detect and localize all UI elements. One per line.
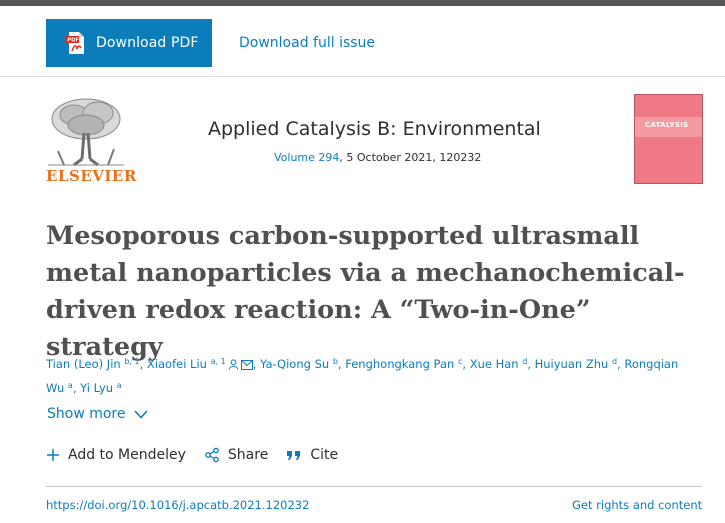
issue-details: , 5 October 2021, 120232 [339, 151, 482, 164]
chevron-down-icon [133, 409, 148, 419]
get-rights-link[interactable]: Get rights and content [572, 498, 702, 512]
cite-button[interactable]: Cite [286, 447, 338, 463]
cite-label: Cite [310, 447, 339, 463]
author-link[interactable]: Fenghongkang Pan c [345, 357, 462, 371]
volume-link[interactable]: Volume 294 [274, 151, 339, 164]
download-pdf-label: Download PDF [96, 35, 199, 51]
author-link[interactable]: Yi Lyu a [80, 381, 121, 395]
quote-icon [286, 448, 302, 462]
journal-issue-info: Volume 294, 5 October 2021, 120232 [274, 151, 481, 164]
person-icon [228, 356, 239, 376]
svg-text:PDF: PDF [67, 38, 79, 44]
show-more-button[interactable]: Show more [47, 406, 148, 422]
footer-divider [46, 486, 702, 487]
author-link[interactable]: Ya-Qiong Su b [260, 357, 338, 371]
share-label: Share [227, 447, 269, 463]
toolbar-divider [0, 76, 725, 77]
journal-title[interactable]: Applied Catalysis B: Environmental [208, 118, 541, 140]
doi-link[interactable]: https://doi.org/10.1016/j.apcatb.2021.12… [46, 498, 309, 512]
show-more-label: Show more [47, 406, 126, 422]
download-pdf-button[interactable]: PDF Download PDF [46, 19, 212, 67]
author-link[interactable]: Tian (Leo) Jin b, 1 [46, 357, 140, 371]
author-list: Tian (Leo) Jin b, 1, Xiaofei Liu a, 1, Y… [46, 357, 679, 395]
add-to-mendeley-button[interactable]: Add to Mendeley [46, 447, 186, 463]
article-actions: Add to Mendeley Share Cite [46, 447, 356, 463]
plus-icon [46, 448, 60, 462]
top-border [0, 0, 725, 6]
mendeley-label: Add to Mendeley [68, 447, 186, 463]
author-link[interactable]: Xiaofei Liu a, 1 [147, 357, 253, 371]
author-link[interactable]: Xue Han d [470, 357, 528, 371]
download-full-issue-link[interactable]: Download full issue [239, 35, 375, 51]
elsevier-wordmark: ELSEVIER [46, 167, 137, 185]
cover-title: CATALYSIS [645, 121, 689, 129]
author-link[interactable]: Huiyuan Zhu d [535, 357, 617, 371]
article-title: Mesoporous carbon-supported ultrasmall m… [46, 221, 685, 362]
envelope-icon [240, 356, 253, 376]
share-button[interactable]: Share [204, 447, 268, 463]
share-icon [204, 447, 220, 463]
pdf-file-icon: PDF [64, 31, 88, 55]
journal-cover-thumbnail[interactable]: CATALYSIS [634, 94, 703, 184]
